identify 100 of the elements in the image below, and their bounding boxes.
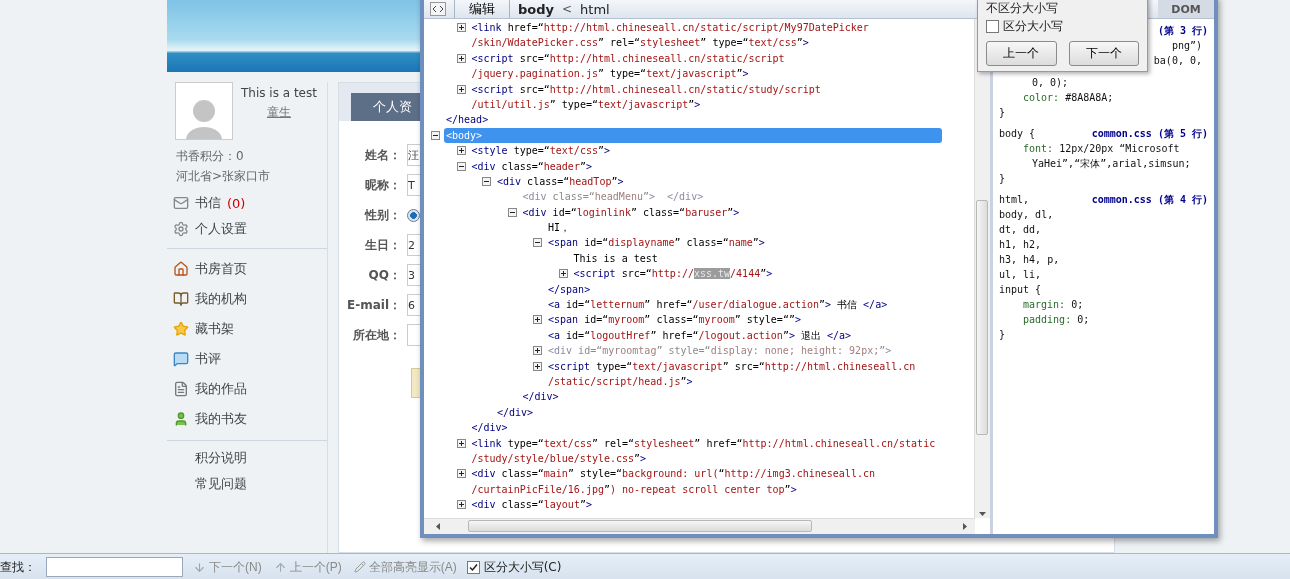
tree-node[interactable]: </div>	[495, 404, 534, 421]
tree-node[interactable]: <span id=“myroom” class=“myroom” style=“”>	[546, 312, 801, 328]
field-label: E-mail：	[346, 296, 401, 314]
popup-option[interactable]: 不区分大小写	[986, 1, 1139, 15]
sidebar-link[interactable]: 积分说明	[195, 445, 327, 471]
expand-button[interactable]	[456, 469, 466, 479]
house-icon	[173, 261, 189, 277]
document-icon	[173, 381, 189, 397]
tree-node[interactable]: <div class=“headTop”>	[495, 173, 624, 190]
checkbox[interactable]	[986, 20, 999, 33]
collapse-button[interactable]	[533, 238, 542, 248]
css-declaration: margin: 0;	[1022, 298, 1085, 312]
tree-node[interactable]: <span id=“displayname” class=“name”>	[546, 235, 765, 251]
stylesheet-link[interactable]: common.css (第 4 行)	[1091, 192, 1208, 207]
closing-brace: }	[999, 328, 1007, 342]
css-selector: h3, h4, p,	[999, 253, 1061, 267]
scroll-right-icon[interactable]	[960, 522, 969, 531]
sidebar-link[interactable]: 我的书友	[173, 404, 327, 434]
sidebar-link[interactable]: 藏书架	[173, 314, 327, 344]
css-declaration: padding: 0;	[1022, 313, 1091, 327]
avatar-placeholder	[175, 82, 233, 140]
tree-node[interactable]: <div class=“main” style=“background: url(“http://img3.chineseall.cn /curtainPicFile/16.jpg”) no-repeat scroll center top”>	[469, 466, 875, 498]
unread-count: (0)	[227, 195, 246, 211]
field-label: 性别：	[363, 206, 401, 224]
collapse-button[interactable]	[456, 161, 466, 171]
expand-button[interactable]	[456, 84, 466, 94]
sidebar-link[interactable]: 常见问题	[195, 471, 327, 497]
tree-node[interactable]: <style type=“text/css”>	[469, 143, 610, 159]
tree-node[interactable]: <div id=“loginlink” class=“baruser”>	[520, 204, 740, 221]
mail-icon	[173, 195, 189, 211]
tree-node[interactable]: <div class=“headMenu”> </div>	[520, 189, 704, 205]
tree-node[interactable]: <a id=“logoutHref” href=“/logout.action”> 退出 </a>	[546, 327, 852, 344]
vertical-scrollbar[interactable]	[974, 19, 990, 518]
tree-node[interactable]: </head>	[444, 112, 489, 128]
arrow-down-icon	[193, 560, 206, 574]
user-rank: 童生	[266, 104, 291, 121]
find-button[interactable]: 上一个	[986, 41, 1057, 66]
expand-button[interactable]	[558, 269, 568, 279]
tree-node[interactable]: <div id=“myroomtag” style=“display: none; height: 92px;”>	[546, 343, 892, 359]
field-label: 昵称：	[364, 176, 401, 194]
breadcrumb-link[interactable]: body	[518, 1, 555, 17]
edit-button[interactable]: 编辑	[463, 0, 501, 18]
inspect-icon[interactable]	[430, 2, 446, 16]
tree-node[interactable]: <div class=“layout”>	[469, 497, 592, 513]
tree-node[interactable]: <link href=“http://html.chineseall.cn/static/script/My97DatePicker /skin/WdatePicker.css” rel=“stylesheet” type=“text/css”>	[469, 20, 869, 51]
person-icon	[173, 411, 189, 427]
location-text: 河北省>张家口市	[175, 168, 272, 185]
tree-node[interactable]: <a id=“letternum” href=“/user/dialogue.action”> 书信 </a>	[546, 297, 888, 313]
tree-node[interactable]: <link type=“text/css” rel=“stylesheet” href=“http://html.chineseall.cn/static /study/style/blue/style.css”>	[469, 435, 936, 467]
field-label: 姓名：	[364, 146, 401, 164]
gear-icon	[173, 221, 189, 237]
stylesheet-link[interactable]: (第 3 行)	[1157, 23, 1208, 38]
star-icon	[173, 321, 189, 337]
user-name: This is a test	[241, 86, 317, 100]
sidebar-link[interactable]: 我的机构	[173, 284, 327, 314]
find-button[interactable]: 下一个	[1068, 41, 1139, 66]
scroll-left-icon[interactable]	[434, 522, 443, 531]
tree-node[interactable]: </div>	[520, 389, 559, 405]
field-label: 生日：	[364, 236, 401, 254]
tree-node[interactable]: <script type=“text/javascript” src=“http://html.chineseall.cn /static/script/head.js”>	[546, 358, 916, 390]
expand-button[interactable]	[533, 315, 542, 325]
expand-button[interactable]	[456, 438, 466, 448]
stylesheet-link[interactable]: common.css (第 5 行)	[1091, 126, 1208, 141]
scrollbar-thumb[interactable]	[468, 520, 812, 532]
collapse-button[interactable]	[507, 207, 517, 217]
css-selector: html,	[999, 193, 1030, 207]
sidebar-link[interactable]: 书信 (0)	[173, 190, 327, 216]
sidebar-link[interactable]: 书房首页	[173, 254, 327, 284]
profile-tab[interactable]: 个人资	[351, 93, 420, 121]
expand-button[interactable]	[456, 146, 466, 156]
find-input[interactable]	[46, 557, 183, 577]
sidebar-link[interactable]: 我的作品	[173, 374, 327, 404]
scrollbar-thumb[interactable]	[976, 200, 988, 435]
sidebar-link[interactable]: 书评	[173, 344, 327, 374]
dom-tab[interactable]: DOM	[1158, 0, 1214, 18]
css-selector: body {	[999, 127, 1036, 141]
css-fragment: 0, 0);	[1031, 76, 1069, 90]
checkbox[interactable]	[466, 560, 480, 574]
collapse-button[interactable]	[431, 130, 440, 140]
css-selector: body, dl,	[999, 208, 1055, 222]
tree-node[interactable]: </div>	[469, 420, 508, 436]
chat-bubble-icon	[173, 351, 189, 367]
tree-node[interactable]: <div class=“header”>	[469, 158, 592, 174]
radio-button[interactable]	[407, 208, 420, 222]
collapse-button[interactable]	[482, 176, 491, 186]
scroll-down-icon[interactable]	[978, 509, 987, 518]
tree-node[interactable]: </span>	[546, 281, 591, 298]
breadcrumb-link[interactable]: html	[580, 1, 610, 17]
expand-button[interactable]	[533, 346, 542, 356]
tree-node[interactable]: <script src=“http://html.chineseall.cn/static/study/script /util/util.js” type=“text/javascript”>	[469, 81, 821, 113]
tree-node[interactable]: HI，	[546, 220, 571, 236]
expand-button[interactable]	[456, 53, 466, 63]
tree-node[interactable]: <script src=“http://html.chineseall.cn/static/script /jquery.pagination.js” type=“text/javascript”>	[469, 50, 785, 82]
expand-button[interactable]	[456, 500, 466, 510]
breadcrumb-separator: <	[562, 2, 573, 16]
horizontal-scrollbar[interactable]	[424, 518, 975, 534]
expand-button[interactable]	[456, 23, 466, 32]
sidebar-link[interactable]: 个人设置	[173, 216, 327, 242]
tree-node[interactable]: This is a test	[571, 250, 658, 267]
expand-button[interactable]	[533, 361, 542, 371]
